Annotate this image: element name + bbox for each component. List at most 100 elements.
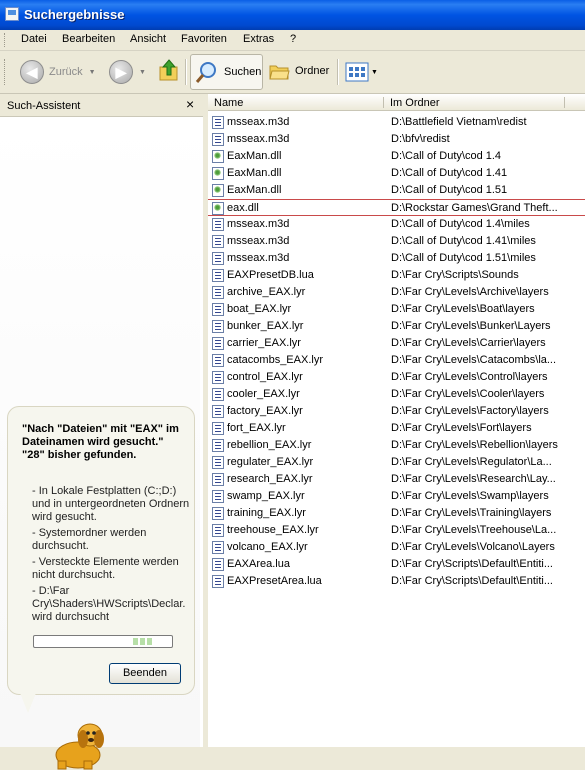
file-folder: D:\Far Cry\Levels\Catacombs\la...	[391, 354, 557, 366]
close-icon[interactable]: ×	[186, 96, 194, 112]
document-icon	[212, 354, 224, 367]
file-name: msseax.m3d	[227, 116, 290, 128]
table-row[interactable]: swamp_EAX.lyr D:\Far Cry\Levels\Swamp\lay…	[208, 488, 585, 505]
menu-help[interactable]: ?	[290, 33, 296, 45]
forward-dropdown-icon[interactable]: ▼	[139, 69, 146, 76]
column-header-folder[interactable]: Im Ordner	[384, 94, 565, 111]
file-name: research_EAX.lyr	[227, 473, 313, 485]
file-name: carrier_EAX.lyr	[227, 337, 301, 349]
table-row[interactable]: catacombs_EAX.lyr D:\Far Cry\Levels\Catac…	[208, 352, 585, 369]
status-item-current-folder: - D:\Far Cry\Shaders\HWScripts\Declar. w…	[32, 585, 186, 623]
file-name: msseax.m3d	[227, 133, 290, 145]
table-row[interactable]: EAXArea.lua D:\Far Cry\Scripts\Default\En…	[208, 556, 585, 573]
table-row[interactable]: msseax.m3d D:\bfv\redist	[208, 131, 585, 148]
magnifier-icon	[195, 62, 216, 83]
back-dropdown-icon[interactable]: ▼	[89, 69, 96, 76]
file-folder: D:\Far Cry\Levels\Boat\layers	[391, 303, 535, 315]
menu-extras[interactable]: Extras	[243, 33, 274, 45]
document-icon	[212, 541, 224, 554]
file-folder: D:\Call of Duty\cod 1.41	[391, 167, 508, 179]
status-item-hidden: - Versteckte Elemente werden nicht durch…	[32, 556, 179, 581]
table-row[interactable]: rebellion_EAX.lyr D:\Far Cry\Levels\Rebel…	[208, 437, 585, 454]
table-row[interactable]: bunker_EAX.lyr D:\Far Cry\Levels\Bunker\L…	[208, 318, 585, 335]
document-icon	[212, 524, 224, 537]
menu-favoriten[interactable]: Favoriten	[181, 33, 227, 45]
back-arrow-icon: ◀	[20, 60, 44, 84]
dll-icon	[212, 184, 224, 197]
forward-button[interactable]: ▶ ▼	[109, 60, 146, 84]
toolbar-separator	[337, 59, 339, 85]
file-folder: D:\Call of Duty\cod 1.51\miles	[391, 252, 536, 264]
file-name: msseax.m3d	[227, 252, 290, 264]
search-progress-bar	[33, 635, 173, 648]
menu-bearbeiten[interactable]: Bearbeiten	[62, 33, 115, 45]
file-name: EAXPresetArea.lua	[227, 575, 322, 587]
file-folder: D:\Far Cry\Levels\Cooler\layers	[391, 388, 545, 400]
column-header-filler	[565, 94, 585, 111]
menu-ansicht[interactable]: Ansicht	[130, 33, 166, 45]
stop-search-button[interactable]: Beenden	[109, 663, 181, 684]
document-icon	[212, 303, 224, 316]
table-row[interactable]: regulater_EAX.lyr D:\Far Cry\Levels\Regul…	[208, 454, 585, 471]
column-header-name[interactable]: Name	[208, 94, 384, 111]
file-name: training_EAX.lyr	[227, 507, 306, 519]
search-companion-body: "Nach "Dateien" mit "EAX" im Dateinamen …	[0, 117, 203, 770]
file-name: treehouse_EAX.lyr	[227, 524, 319, 536]
table-row[interactable]: EaxMan.dll D:\Call of Duty\cod 1.51	[208, 182, 585, 199]
file-folder: D:\Far Cry\Scripts\Default\Entiti...	[391, 575, 553, 587]
table-row[interactable]: msseax.m3d D:\Battlefield Vietnam\redist	[208, 114, 585, 131]
table-row[interactable]: cooler_EAX.lyr D:\Far Cry\Levels\Cooler\l…	[208, 386, 585, 403]
search-label: Suchen	[224, 66, 262, 78]
table-row[interactable]: msseax.m3d D:\Call of Duty\cod 1.41\miles	[208, 233, 585, 250]
toolbar-grip-handle[interactable]	[4, 59, 8, 85]
search-results-window-icon[interactable]	[5, 7, 19, 21]
file-folder: D:\Call of Duty\cod 1.51	[391, 184, 508, 196]
file-name: cooler_EAX.lyr	[227, 388, 300, 400]
table-row[interactable]: EaxMan.dll D:\Call of Duty\cod 1.4	[208, 148, 585, 165]
document-icon	[212, 269, 224, 282]
search-button[interactable]: Suchen	[190, 54, 263, 90]
document-icon	[212, 405, 224, 418]
file-folder: D:\Far Cry\Levels\Factory\layers	[391, 405, 549, 417]
search-dog-icon[interactable]	[44, 717, 112, 770]
table-row[interactable]: treehouse_EAX.lyr D:\Far Cry\Levels\Treeh…	[208, 522, 585, 539]
file-folder: D:\Far Cry\Levels\Control\layers	[391, 371, 548, 383]
table-row[interactable]: factory_EAX.lyr D:\Far Cry\Levels\Factory…	[208, 403, 585, 420]
table-row[interactable]: research_EAX.lyr D:\Far Cry\Levels\Resear…	[208, 471, 585, 488]
column-header-name-label: Name	[214, 97, 244, 109]
table-row[interactable]: fort_EAX.lyr D:\Far Cry\Levels\Fort\layer…	[208, 420, 585, 437]
file-folder: D:\bfv\redist	[391, 133, 450, 145]
file-name: EAXPresetDB.lua	[227, 269, 314, 281]
table-row[interactable]: EAXPresetDB.lua D:\Far Cry\Scripts\Sounds	[208, 267, 585, 284]
table-row[interactable]: EAXPresetArea.lua D:\Far Cry\Scripts\Defa…	[208, 573, 585, 590]
menu-datei[interactable]: Datei	[21, 33, 47, 45]
table-row[interactable]: carrier_EAX.lyr D:\Far Cry\Levels\Carrier…	[208, 335, 585, 352]
back-label: Zurück	[49, 66, 83, 78]
up-folder-button[interactable]	[158, 58, 180, 82]
table-row[interactable]: msseax.m3d D:\Call of Duty\cod 1.51\miles	[208, 250, 585, 267]
table-row[interactable]: training_EAX.lyr D:\Far Cry\Levels\Traini…	[208, 505, 585, 522]
table-row-selected[interactable]: eax.dll D:\Rockstar Games\Grand Theft...	[208, 199, 585, 216]
file-folder: D:\Far Cry\Levels\Archive\layers	[391, 286, 549, 298]
table-row[interactable]: archive_EAX.lyr D:\Far Cry\Levels\Archive…	[208, 284, 585, 301]
document-icon	[212, 371, 224, 384]
file-folder: D:\Far Cry\Levels\Volcano\Layers	[391, 541, 555, 553]
table-row[interactable]: control_EAX.lyr D:\Far Cry\Levels\Control…	[208, 369, 585, 386]
title-bar[interactable]: Suchergebnisse	[0, 0, 585, 30]
document-icon	[212, 320, 224, 333]
views-dropdown-icon[interactable]: ▼	[371, 69, 378, 76]
document-icon	[212, 456, 224, 469]
folders-button[interactable]: Ordner	[268, 60, 329, 82]
views-button[interactable]: ▼	[345, 62, 378, 82]
progress-chunk	[140, 638, 145, 645]
menu-grip-handle[interactable]	[4, 33, 8, 47]
back-button[interactable]: ◀ Zurück ▼	[20, 60, 96, 84]
table-row[interactable]: msseax.m3d D:\Call of Duty\cod 1.4\miles	[208, 216, 585, 233]
table-row[interactable]: boat_EAX.lyr D:\Far Cry\Levels\Boat\layer…	[208, 301, 585, 318]
table-row[interactable]: volcano_EAX.lyr D:\Far Cry\Levels\Volcano…	[208, 539, 585, 556]
table-row[interactable]: EaxMan.dll D:\Call of Duty\cod 1.41	[208, 165, 585, 182]
file-folder: D:\Far Cry\Scripts\Default\Entiti...	[391, 558, 553, 570]
document-icon	[212, 235, 224, 248]
views-grid-icon	[345, 62, 369, 82]
file-folder: D:\Far Cry\Levels\Rebellion\layers	[391, 439, 558, 451]
